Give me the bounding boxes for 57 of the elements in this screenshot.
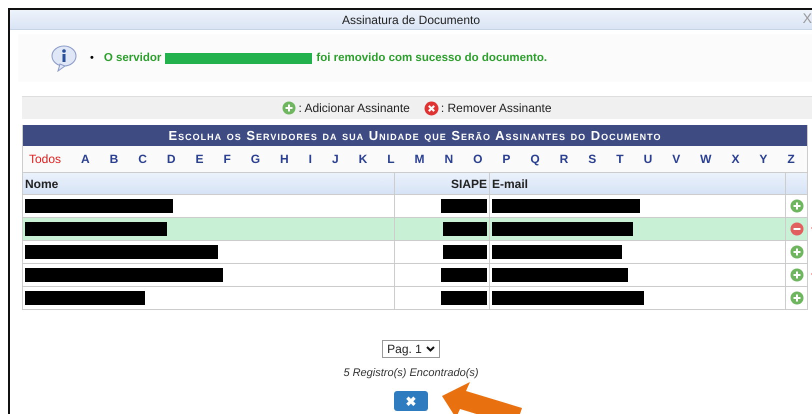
letter-filter-link[interactable]: X: [731, 152, 740, 166]
letter-filter-link[interactable]: E: [195, 152, 204, 166]
letter-filter-link[interactable]: B: [110, 152, 118, 166]
column-header: SIAPE: [450, 176, 487, 190]
letter-filter-link[interactable]: H: [280, 152, 289, 166]
letter-filter-link[interactable]: W: [700, 152, 712, 166]
table-row[interactable]: [23, 217, 807, 240]
add-icon: [282, 101, 296, 115]
letter-filter-link[interactable]: S: [588, 152, 596, 166]
close-button[interactable]: ✖: [394, 391, 428, 411]
redaction-bar: [441, 199, 487, 213]
caret-icon: [426, 346, 435, 352]
add-icon: [790, 245, 804, 259]
letter-filter-link[interactable]: G: [250, 152, 260, 166]
letter-filter-link[interactable]: M: [414, 152, 425, 166]
letter-filter-link[interactable]: V: [672, 152, 680, 166]
window-title: Assinatura de Documento: [342, 12, 480, 26]
add-icon: [790, 291, 804, 305]
letter-filter-link[interactable]: Y: [759, 152, 768, 166]
legend-label: : Remover Assinante: [440, 101, 552, 115]
redaction-bar: [441, 291, 487, 305]
redaction-bar: [443, 245, 487, 259]
letter-filter-link[interactable]: D: [166, 152, 176, 166]
letter-filter-link[interactable]: I: [308, 152, 312, 166]
remove-icon: [424, 100, 439, 116]
legend-label: : Adicionar Assinante: [298, 101, 410, 115]
bullet: •: [90, 52, 94, 64]
column-header: Nome: [25, 176, 58, 190]
letter-filter-link[interactable]: Z: [787, 152, 795, 166]
success-message: O servidor foi removido com sucesso do documento.: [104, 52, 548, 64]
column-header: E-mail: [492, 176, 528, 190]
redaction-bar: [443, 222, 487, 236]
letter-filter-link[interactable]: J: [332, 152, 339, 166]
page-select[interactable]: Pag. 1: [382, 340, 440, 358]
letter-filter-link[interactable]: O: [473, 152, 482, 166]
letter-filter-link[interactable]: Q: [530, 152, 540, 166]
letter-filter-link[interactable]: C: [138, 152, 147, 166]
letter-filter-link[interactable]: Todos: [29, 152, 62, 166]
letter-filter-link[interactable]: F: [223, 152, 231, 166]
letter-filter-link[interactable]: T: [616, 152, 624, 166]
letter-filter-link[interactable]: N: [444, 152, 454, 166]
letter-filter-link[interactable]: U: [644, 152, 652, 166]
records-count: 5 Registro(s) Encontrado(s): [343, 367, 479, 379]
table-title: Escolha os Servidores da sua Unidade que Serão Assinantes do Documento: [23, 125, 807, 146]
redaction-bar: [441, 268, 487, 282]
table-row[interactable]: [23, 263, 807, 286]
table-row[interactable]: [23, 240, 807, 263]
letter-filter-link[interactable]: K: [358, 152, 368, 166]
table-row[interactable]: [23, 286, 807, 309]
remove-icon: [790, 222, 804, 236]
letter-filter-link[interactable]: P: [502, 152, 510, 166]
table-row[interactable]: [23, 194, 807, 217]
letter-filter-link[interactable]: L: [387, 152, 395, 166]
letter-filter-link[interactable]: A: [80, 152, 90, 166]
letter-filter-link[interactable]: R: [560, 152, 568, 166]
add-icon: [790, 268, 804, 282]
add-icon: [790, 199, 804, 213]
